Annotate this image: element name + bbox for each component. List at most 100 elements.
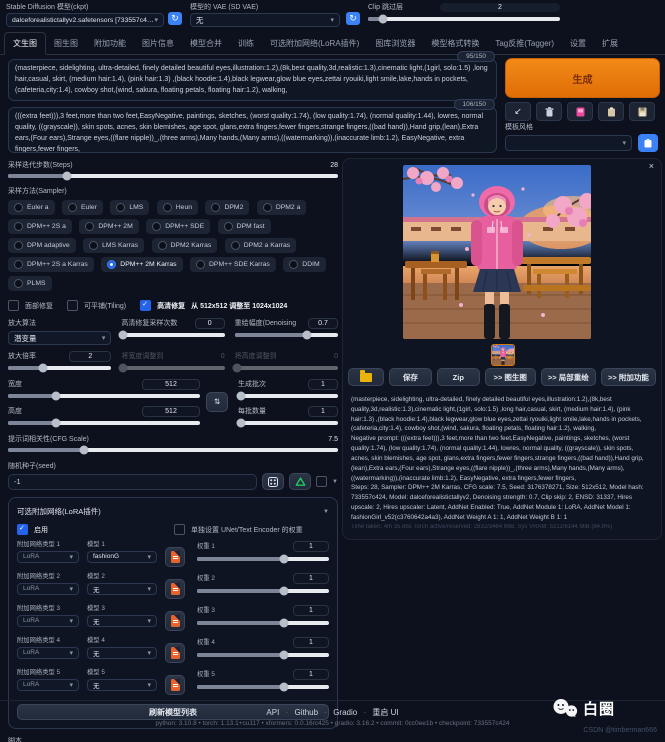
styles-dropdown[interactable]: ▾: [505, 135, 632, 151]
extra-seed-arrow-icon[interactable]: ▼: [332, 479, 338, 485]
height-slider[interactable]: [8, 421, 200, 425]
lora-type-dropdown[interactable]: LoRA▾: [17, 583, 79, 595]
apply-style-button[interactable]: [598, 102, 624, 121]
close-icon[interactable]: ×: [649, 161, 654, 171]
tab-extras[interactable]: 附加功能: [86, 33, 134, 54]
batch-count-value[interactable]: 1: [308, 379, 338, 390]
lora-weight-value[interactable]: 1: [293, 605, 329, 616]
tab-extensions[interactable]: 扩展: [594, 33, 626, 54]
lora-type-dropdown[interactable]: LoRA▾: [17, 615, 79, 627]
hires-steps-value[interactable]: 0: [195, 318, 225, 329]
lora-model-dropdown[interactable]: 无▾: [87, 647, 157, 659]
cfg-slider[interactable]: [8, 448, 338, 452]
clear-prompt-button[interactable]: [536, 102, 562, 121]
send-to-img2img-button[interactable]: >> 图生图: [485, 368, 536, 386]
send-to-inpaint-button[interactable]: >> 局部重绘: [541, 368, 596, 386]
refresh-checkpoint-button[interactable]: ↻: [168, 12, 182, 25]
tab-png-info[interactable]: 图片信息: [134, 33, 182, 54]
lora-model-file-button[interactable]: [165, 675, 185, 695]
generate-button[interactable]: 生成: [505, 58, 660, 98]
lora-weight-value[interactable]: 1: [293, 541, 329, 552]
lora-enable-checkbox[interactable]: [17, 524, 28, 535]
lora-weight-value[interactable]: 1: [293, 669, 329, 680]
upscale-by-value[interactable]: 2: [69, 351, 111, 362]
tiling-checkbox[interactable]: [67, 300, 78, 311]
negative-prompt-input[interactable]: (((extra feet))),3 feet,more than two fe…: [8, 107, 497, 153]
sampler-option[interactable]: DPM2: [205, 200, 249, 215]
result-thumbnail[interactable]: [491, 344, 515, 366]
lora-weight-slider[interactable]: [197, 653, 329, 657]
sampler-option[interactable]: Euler: [62, 200, 103, 215]
extra-seed-checkbox[interactable]: [316, 476, 327, 487]
save-style-button[interactable]: [629, 102, 655, 121]
tab-tagger[interactable]: Tag反推(Tagger): [487, 33, 562, 54]
hires-fix-checkbox[interactable]: [140, 300, 151, 311]
open-folder-button[interactable]: [348, 368, 384, 386]
lora-model-dropdown[interactable]: 无▾: [87, 615, 157, 627]
sampler-option[interactable]: DPM++ 2M: [79, 219, 138, 234]
tab-train[interactable]: 训练: [230, 33, 262, 54]
sampler-option[interactable]: PLMS: [8, 276, 52, 291]
api-link[interactable]: API: [266, 708, 279, 717]
lora-type-dropdown[interactable]: LoRA▾: [17, 647, 79, 659]
lora-separate-weights-checkbox[interactable]: [174, 524, 185, 535]
sampler-option[interactable]: DPM2 a: [257, 200, 307, 215]
tab-img2img[interactable]: 图生图: [46, 33, 86, 54]
tab-gallery[interactable]: 图库浏览器: [367, 33, 423, 54]
tab-lora[interactable]: 可选附加网络(LoRA插件): [262, 33, 367, 54]
lora-weight-slider[interactable]: [197, 685, 329, 689]
sampler-option[interactable]: DPM++ SDE: [146, 219, 210, 234]
extra-networks-button[interactable]: [567, 102, 593, 121]
prompt-input[interactable]: (masterpiece, sidelighting, ultra-detail…: [8, 59, 497, 101]
generated-image[interactable]: [403, 165, 591, 339]
refresh-vae-button[interactable]: ↻: [346, 12, 360, 25]
height-value[interactable]: 512: [142, 406, 200, 417]
reuse-seed-button[interactable]: [289, 473, 311, 490]
vae-dropdown[interactable]: 无 ▾: [190, 13, 340, 27]
sampler-option[interactable]: DDIM: [283, 257, 325, 272]
sampler-option[interactable]: DPM adaptive: [8, 238, 76, 253]
send-to-extras-button[interactable]: >> 附加功能: [601, 368, 656, 386]
sampler-option[interactable]: DPM++ 2S a Karras: [8, 257, 94, 272]
lora-model-file-button[interactable]: [165, 579, 185, 599]
sampler-option[interactable]: Euler a: [8, 200, 55, 215]
sampler-option-selected[interactable]: DPM++ 2M Karras: [101, 257, 182, 272]
batch-count-slider[interactable]: [238, 394, 338, 398]
swap-dimensions-button[interactable]: ⇅: [206, 392, 228, 412]
sampler-option[interactable]: LMS: [110, 200, 149, 215]
lora-weight-value[interactable]: 1: [293, 637, 329, 648]
width-slider[interactable]: [8, 394, 200, 398]
clip-skip-value[interactable]: 2: [440, 3, 560, 12]
lora-weight-slider[interactable]: [197, 589, 329, 593]
sampler-option[interactable]: DPM2 a Karras: [225, 238, 296, 253]
tab-merge[interactable]: 模型合并: [182, 33, 230, 54]
denoise-value[interactable]: 0.7: [308, 318, 338, 329]
lora-model-file-button[interactable]: [165, 547, 185, 567]
cfg-value[interactable]: 7.5: [328, 436, 338, 443]
sampler-option[interactable]: DPM++ SDE Karras: [190, 257, 276, 272]
tab-settings[interactable]: 设置: [562, 33, 594, 54]
batch-size-value[interactable]: 1: [308, 406, 338, 417]
gradio-link[interactable]: Gradio: [333, 708, 357, 717]
lora-model-file-button[interactable]: [165, 611, 185, 631]
steps-value[interactable]: 28: [330, 162, 338, 169]
upscale-by-slider[interactable]: [8, 366, 111, 370]
upscaler-dropdown[interactable]: 潜变量▾: [8, 331, 111, 345]
batch-size-slider[interactable]: [238, 421, 338, 425]
lora-model-dropdown[interactable]: 无▾: [87, 583, 157, 595]
seed-input[interactable]: [8, 474, 257, 490]
lora-type-dropdown[interactable]: LoRA▾: [17, 551, 79, 563]
sampler-option[interactable]: DPM++ 2S a: [8, 219, 72, 234]
save-button[interactable]: 保存: [389, 368, 432, 386]
lora-weight-slider[interactable]: [197, 557, 329, 561]
apply-styles-button[interactable]: [638, 134, 658, 152]
width-value[interactable]: 512: [142, 379, 200, 390]
clip-skip-slider[interactable]: [368, 17, 560, 21]
sampler-option[interactable]: DPM2 Karras: [152, 238, 218, 253]
lora-model-dropdown[interactable]: fashionG▾: [87, 551, 157, 563]
face-restore-checkbox[interactable]: [8, 300, 19, 311]
zip-button[interactable]: Zip: [437, 368, 480, 386]
checkpoint-dropdown[interactable]: dalceforealistictallyv2.safetensors [733…: [6, 13, 164, 27]
sampler-option[interactable]: DPM fast: [218, 219, 271, 234]
lora-weight-slider[interactable]: [197, 621, 329, 625]
